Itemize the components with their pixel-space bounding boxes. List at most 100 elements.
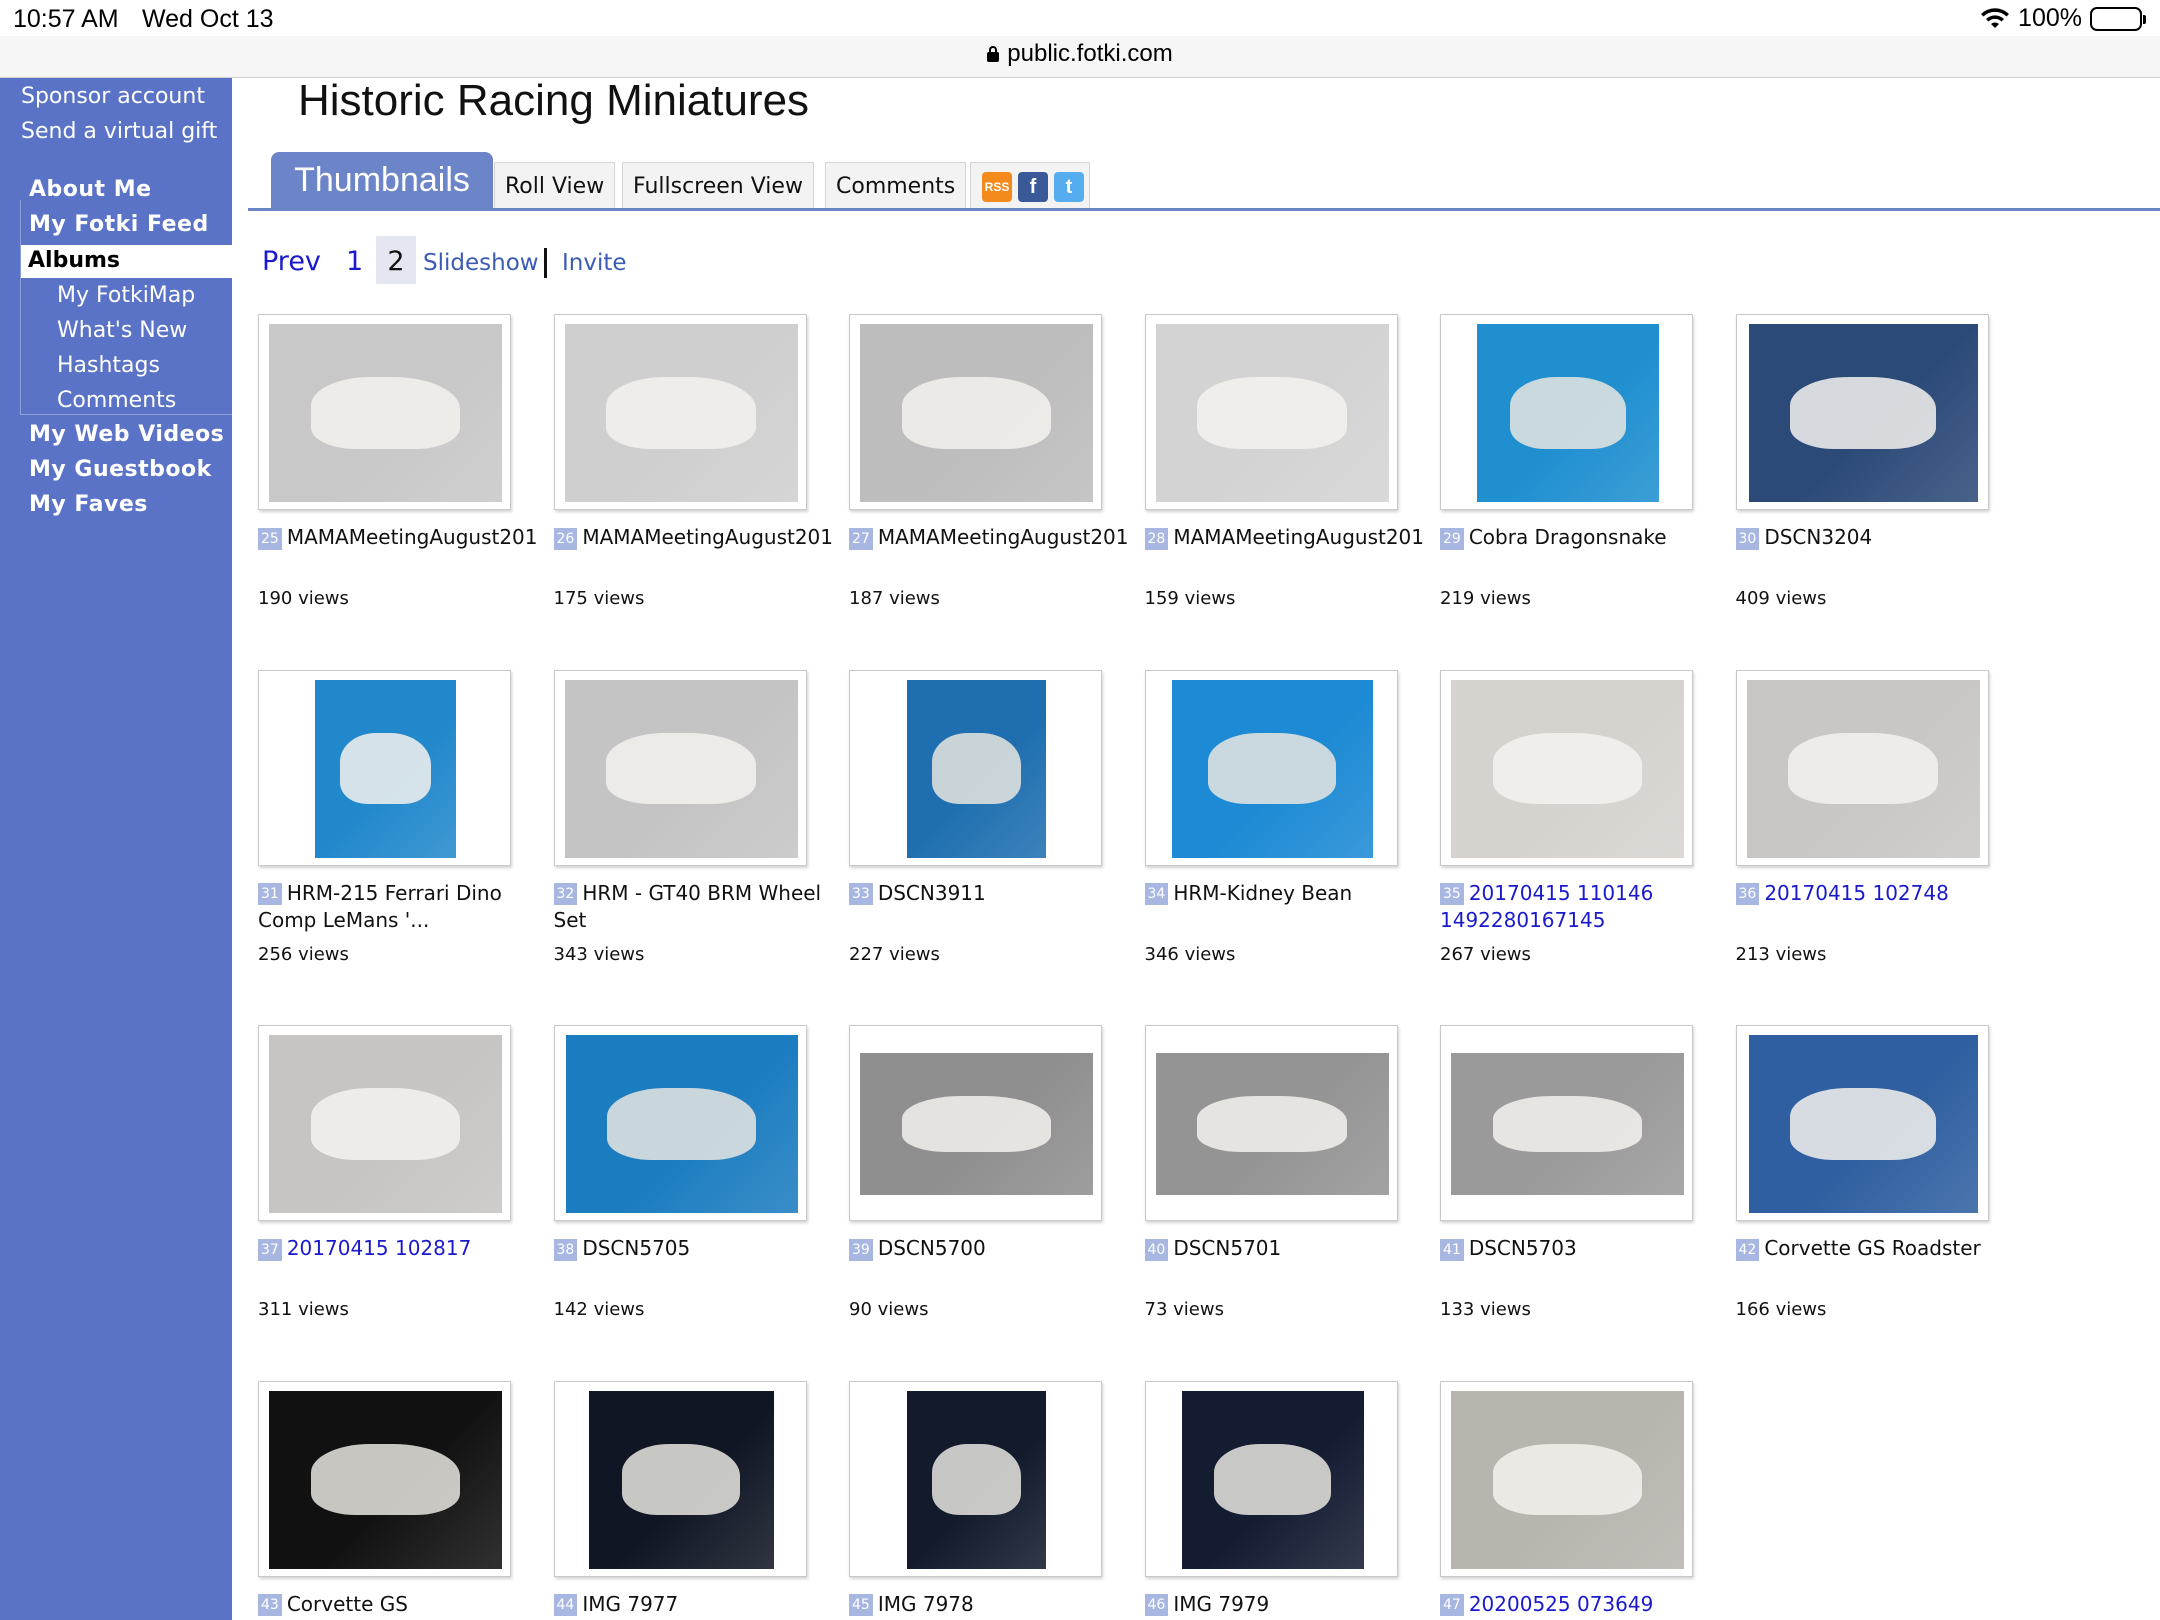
address-bar[interactable]: public.fotki.com	[0, 36, 2160, 78]
thumbnail-caption[interactable]: 35 20170415 110146 1492280167145	[1440, 880, 1740, 934]
thumbnail-frame[interactable]	[1144, 669, 1398, 866]
thumbnail-frame[interactable]	[1735, 669, 1989, 866]
thumbnail-frame[interactable]	[1144, 1025, 1398, 1221]
tab-roll-view[interactable]: Roll View	[494, 162, 616, 208]
thumbnail-photo[interactable]	[860, 324, 1093, 502]
thumbnail-caption: 45 IMG 7978	[849, 1591, 1149, 1618]
photo-title[interactable]: 20170415 110146 1492280167145	[1440, 881, 1653, 932]
sidebar-item-albums[interactable]: Albums	[20, 245, 232, 278]
thumbnail-photo[interactable]	[564, 679, 798, 858]
invite-link[interactable]: Invite	[562, 250, 627, 276]
sidebar-item-comments[interactable]: Comments	[57, 388, 176, 413]
photo-view-count: 311 views	[258, 1299, 349, 1320]
thumbnail-caption: 38 DSCN5705	[553, 1235, 854, 1262]
facebook-icon[interactable]: f	[1018, 172, 1048, 202]
thumbnail-frame[interactable]	[849, 1025, 1102, 1221]
sidebar-item-guestbook[interactable]: My Guestbook	[29, 457, 212, 482]
photo-subject	[901, 1095, 1052, 1153]
twitter-icon[interactable]: t	[1054, 172, 1084, 202]
photo-title[interactable]: 20170415 102817	[287, 1236, 472, 1260]
thumbnail-frame[interactable]	[1144, 1380, 1398, 1577]
pager-page-1[interactable]: 1	[346, 246, 363, 277]
thumbnail-photo[interactable]	[907, 1390, 1046, 1569]
thumbnail-caption[interactable]: 37 20170415 102817	[258, 1235, 558, 1262]
thumbnail-photo[interactable]	[269, 324, 502, 502]
thumbnail-frame[interactable]	[1735, 1025, 1989, 1221]
photo-number-badge: 25	[258, 527, 282, 550]
thumbnail-photo[interactable]	[1155, 324, 1389, 502]
sidebar-item-fotkimap[interactable]: My FotkiMap	[57, 283, 195, 308]
thumbnail-frame[interactable]	[553, 1025, 807, 1221]
thumbnail-photo[interactable]	[1451, 1053, 1684, 1195]
photo-number-badge: 29	[1440, 527, 1464, 550]
sponsor-account-link[interactable]: Sponsor account	[21, 84, 205, 109]
photo-view-count: 190 views	[258, 588, 349, 609]
status-date: Wed Oct 13	[142, 5, 274, 33]
tab-thumbnails[interactable]: Thumbnails	[271, 152, 493, 208]
sidebar-item-whats-new[interactable]: What's New	[57, 318, 187, 343]
sidebar-item-label: Albums	[28, 248, 120, 273]
photo-number-badge: 32	[553, 883, 578, 905]
send-gift-link[interactable]: Send a virtual gift	[21, 119, 217, 144]
thumbnail-frame[interactable]	[1735, 314, 1989, 510]
thumbnail-frame[interactable]	[1440, 1025, 1693, 1221]
thumbnail-photo[interactable]	[1451, 1390, 1684, 1569]
thumbnail-frame[interactable]	[1440, 314, 1693, 510]
photo-number-badge: 45	[849, 1594, 873, 1616]
thumbnail-photo[interactable]	[1748, 1035, 1978, 1213]
rss-icon[interactable]: RSS	[982, 172, 1012, 202]
thumbnail-frame[interactable]	[1440, 1380, 1693, 1577]
photo-title: Corvette GS Roadster	[1764, 1236, 1981, 1260]
thumbnail-frame[interactable]	[258, 1380, 511, 1577]
sidebar-item-hashtags[interactable]: Hashtags	[57, 353, 160, 378]
thumbnail-photo[interactable]	[1171, 679, 1373, 858]
battery-icon	[2090, 6, 2146, 31]
thumbnail-photo[interactable]	[269, 1390, 502, 1569]
thumbnail-photo[interactable]	[1477, 324, 1659, 502]
photo-title[interactable]: 20170415 102748	[1764, 881, 1949, 905]
thumbnail-frame[interactable]	[849, 1380, 1102, 1577]
thumbnail-photo[interactable]	[564, 324, 798, 502]
photo-view-count: 213 views	[1735, 943, 1827, 965]
thumbnail-photo[interactable]	[315, 679, 456, 858]
thumbnail-frame[interactable]	[553, 1380, 807, 1577]
sidebar-item-faves[interactable]: My Faves	[29, 492, 148, 517]
thumbnail-frame[interactable]	[1440, 669, 1693, 866]
thumbnail-photo[interactable]	[1748, 324, 1978, 502]
sidebar-item-about-me[interactable]: About Me	[29, 177, 152, 202]
photo-title: HRM-215 Ferrari Dino Comp LeMans '...	[258, 880, 502, 932]
photo-title[interactable]: 20200525 073649	[1469, 1592, 1654, 1616]
thumbnail-frame[interactable]	[258, 1025, 511, 1221]
sidebar-item-fotki-feed[interactable]: My Fotki Feed	[29, 212, 209, 237]
photo-subject	[607, 1088, 756, 1160]
sidebar-item-web-videos[interactable]: My Web Videos	[29, 422, 224, 447]
pager-prev[interactable]: Prev	[262, 246, 321, 277]
thumbnail-frame[interactable]	[553, 314, 807, 510]
thumbnail-photo[interactable]	[1746, 679, 1980, 858]
pager-separator	[544, 248, 547, 278]
thumbnail-frame[interactable]	[849, 314, 1102, 510]
thumbnail-caption: 42 Corvette GS Roadster	[1735, 1235, 2036, 1262]
thumbnail-photo[interactable]	[1155, 1053, 1389, 1195]
thumbnail-photo[interactable]	[907, 679, 1046, 858]
thumbnail-photo[interactable]	[1181, 1390, 1364, 1569]
tab-comments[interactable]: Comments	[825, 162, 967, 208]
url-text[interactable]: public.fotki.com	[1007, 40, 1172, 68]
thumbnail-frame[interactable]	[1144, 314, 1398, 510]
thumbnail-frame[interactable]	[553, 669, 807, 866]
tab-fullscreen-view[interactable]: Fullscreen View	[622, 162, 814, 208]
photo-view-count: 175 views	[553, 588, 645, 609]
thumbnail-photo[interactable]	[860, 1053, 1093, 1195]
thumbnail-frame[interactable]	[258, 314, 511, 510]
photo-number-badge: 36	[1735, 883, 1760, 905]
thumbnail-photo[interactable]	[565, 1035, 798, 1213]
photo-subject	[340, 732, 431, 805]
thumbnail-caption[interactable]: 36 20170415 102748	[1735, 880, 2036, 907]
thumbnail-frame[interactable]	[849, 669, 1102, 866]
thumbnail-photo[interactable]	[1451, 679, 1684, 858]
thumbnail-frame[interactable]	[258, 669, 511, 866]
slideshow-link[interactable]: Slideshow	[423, 250, 539, 276]
thumbnail-caption[interactable]: 47 20200525 073649	[1440, 1591, 1740, 1618]
thumbnail-photo[interactable]	[269, 1035, 502, 1213]
thumbnail-photo[interactable]	[588, 1390, 774, 1569]
